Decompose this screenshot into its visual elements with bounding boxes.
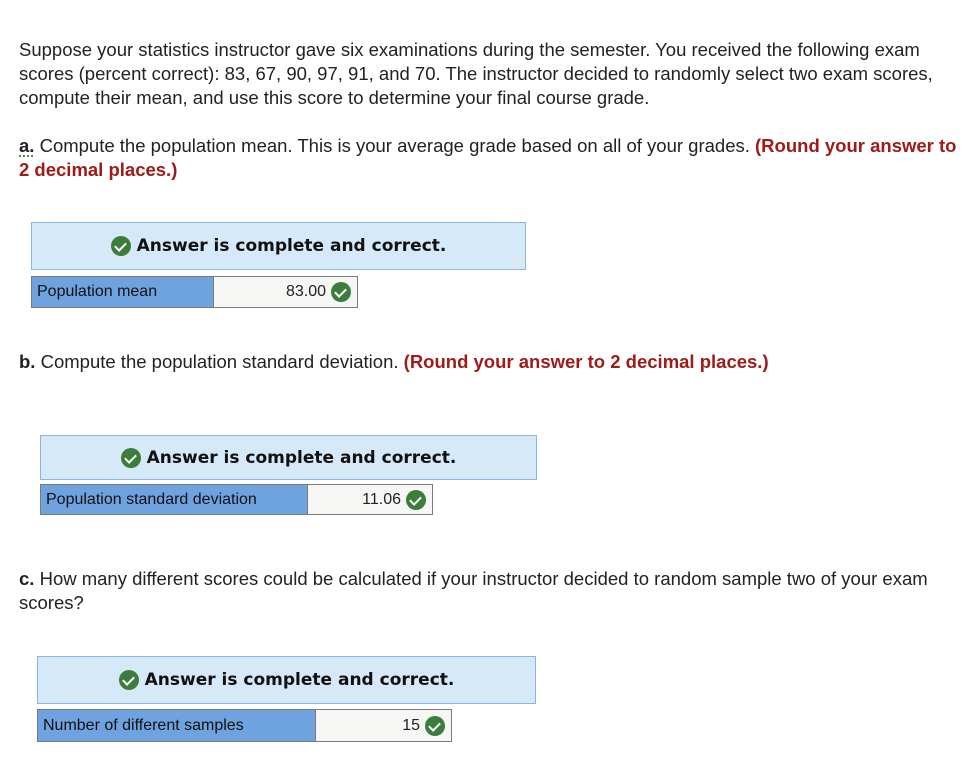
answer-value-c: 15 [402,716,420,734]
status-banner-c: Answer is complete and correct. [37,656,536,704]
check-circle-icon [120,447,141,468]
part-marker-b: b. [19,351,36,372]
answer-label-a: Population mean [32,277,214,307]
question-c-text: How many different scores could be calcu… [19,568,928,613]
answer-row-c: Number of different samples 15 [37,709,452,742]
part-marker-c: c. [19,568,35,589]
status-text-b: Answer is complete and correct. [146,447,457,468]
answer-row-b: Population standard deviation 11.06 [40,484,433,515]
status-banner-a: Answer is complete and correct. [31,222,526,270]
answer-row-a: Population mean 83.00 [31,276,358,308]
status-text-c: Answer is complete and correct. [144,670,455,690]
check-circle-icon [331,282,351,302]
question-c: c. How many different scores could be ca… [19,567,959,615]
check-circle-icon [110,236,131,256]
question-b: b. Compute the population standard devia… [19,350,959,374]
problem-intro: Suppose your statistics instructor gave … [19,39,933,108]
check-circle-icon [425,715,445,736]
answer-value-b: 11.06 [362,490,401,508]
status-banner-b: Answer is complete and correct. [40,435,537,480]
answer-field-a[interactable]: 83.00 [214,277,357,307]
status-text-a: Answer is complete and correct. [136,236,447,256]
answer-value-a: 83.00 [285,283,326,300]
question-b-instruction: (Round your answer to 2 decimal places.) [403,351,769,372]
question-b-text: Compute the population standard deviatio… [40,351,399,372]
answer-label-b: Population standard deviation [41,485,308,514]
question-a: a. Compute the population mean. This is … [19,134,959,182]
answer-field-c[interactable]: 15 [316,710,451,741]
part-marker-a: a. [19,135,35,156]
check-circle-icon [406,489,426,510]
answer-label-c: Number of different samples [38,710,316,741]
question-a-text: Compute the population mean. This is you… [39,135,750,156]
check-circle-icon [118,670,139,690]
answer-field-b[interactable]: 11.06 [308,485,432,514]
